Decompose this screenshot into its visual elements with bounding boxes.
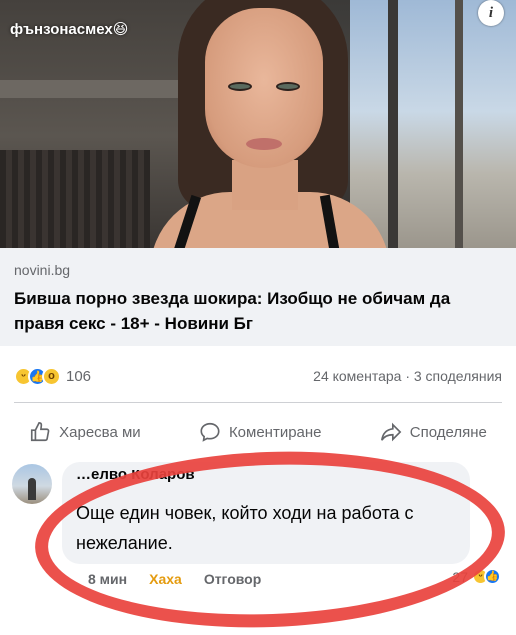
divider [14,402,502,403]
action-bar: Харесва ми Коментиране Споделяне [0,414,516,450]
link-headline[interactable]: Бивша порно звезда шокира: Изобщо не оби… [14,286,502,336]
share-button[interactable]: Споделяне [380,421,487,443]
comment-label: Коментиране [228,423,322,441]
watermark: фънзонасмех😆 [10,21,129,38]
background-ceiling [0,80,200,98]
person-eye [228,82,252,91]
background-curtain [0,150,150,248]
like-button[interactable]: Харесва ми [29,421,141,443]
reaction-count: 106 [66,367,92,385]
comment-time[interactable]: 8 мин [88,571,127,587]
share-label: Споделяне [409,423,487,441]
window-frame [455,0,463,248]
reactions-row: ᵕ 👍 o 106 24 коментара · 3 споделяния [0,358,516,394]
comments-shares-count[interactable]: 24 коментара · 3 споделяния [313,368,502,384]
comment-haha-button[interactable]: Хаха [149,571,182,587]
reactions-summary[interactable]: ᵕ 👍 o 106 [14,366,92,386]
comment-text: Още един човек, който ходи на работа с н… [76,503,414,553]
person-eye [276,82,300,91]
comment-bubble-icon [199,421,221,443]
thumbs-up-icon [29,421,51,443]
commenter-name[interactable]: …елво Коларов [76,470,456,484]
comment-bubble: …елво Коларов Още един човек, който ходи… [62,462,470,564]
window-frame [388,0,398,248]
comment-meta: 8 мин Хаха Отговор [88,571,261,587]
share-arrow-icon [380,421,402,443]
comment-reaction-count: 27 [452,568,468,585]
wow-reaction-icon: o [42,366,61,386]
comment-reply-button[interactable]: Отговор [204,571,261,587]
comment-button[interactable]: Коментиране [199,421,322,443]
commenter-avatar[interactable] [12,464,52,504]
like-reaction-icon: 👍 [484,568,501,585]
info-icon[interactable]: i [478,0,504,26]
background-window [350,0,516,248]
link-domain: novini.bg [14,262,71,278]
avatar-figure [28,478,36,500]
like-label: Харесва ми [59,423,141,441]
comment-reactions[interactable]: 27 ᵕ 👍 [452,568,501,585]
link-preview[interactable]: novini.bg Бивша порно звезда шокира: Изо… [0,248,516,346]
person-lips [246,138,282,150]
